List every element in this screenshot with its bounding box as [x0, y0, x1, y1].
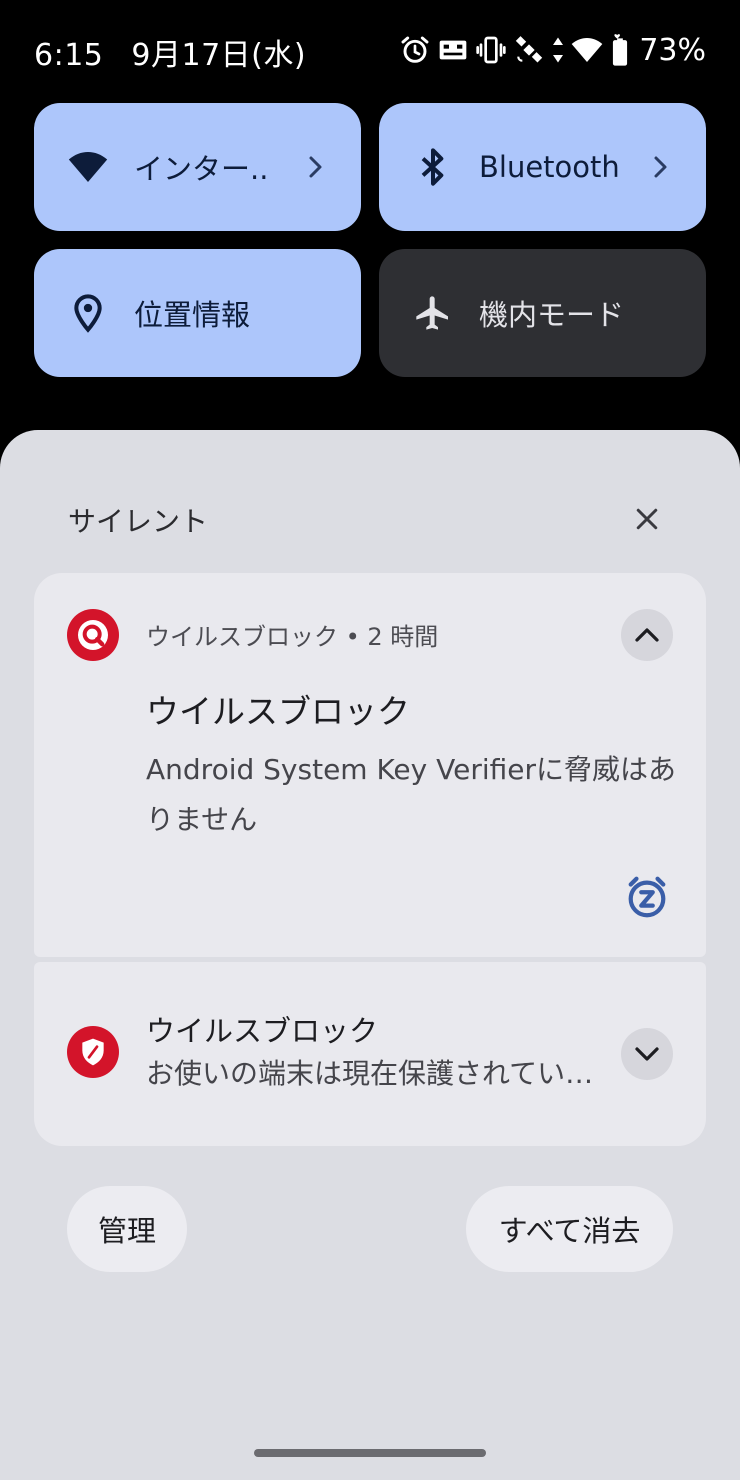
vibrate-icon — [476, 36, 506, 64]
snooze-icon[interactable] — [624, 873, 670, 921]
notification-group: ウイルスブロック • 2 時間 ウイルスブロック Android System … — [34, 573, 706, 1146]
chevron-up-icon — [635, 628, 659, 642]
section-title-silent: サイレント — [68, 505, 209, 538]
quick-tile-internet-label: インター.. — [134, 152, 269, 186]
cast-icon — [439, 40, 467, 60]
data-arrows-icon — [553, 37, 564, 63]
quick-tile-location[interactable]: 位置情報 — [34, 249, 361, 377]
notification-title: ウイルスブロック — [146, 692, 410, 731]
chevron-right-icon — [654, 156, 667, 178]
notification-body: お使いの端末は現在保護されています — [146, 1057, 606, 1090]
notification-body: Android System Key Verifierに脅威はありません — [146, 753, 677, 836]
notification-shade: サイレント ウイルスブロック • 2 時間 ウイルスブロック Android S… — [0, 430, 740, 1480]
satellite-icon — [516, 36, 543, 63]
airplane-icon — [416, 296, 448, 330]
search-shield-icon — [67, 609, 119, 661]
notification-card-expanded[interactable]: ウイルスブロック • 2 時間 ウイルスブロック Android System … — [34, 573, 706, 957]
expand-button[interactable] — [621, 1028, 673, 1080]
wifi-icon — [571, 38, 603, 62]
notification-title: ウイルスブロック — [146, 1014, 379, 1048]
status-date: 9月17日(水) — [131, 38, 307, 73]
quick-tile-internet[interactable]: インター.. — [34, 103, 361, 231]
battery-icon — [613, 34, 628, 66]
clear-all-button[interactable]: すべて消去 — [466, 1186, 673, 1272]
manage-button[interactable]: 管理 — [67, 1186, 187, 1272]
quick-tile-bluetooth[interactable]: Bluetooth — [379, 103, 706, 231]
chevron-right-icon — [309, 156, 322, 178]
navigation-handle[interactable] — [254, 1449, 486, 1457]
quick-tile-bluetooth-label: Bluetooth — [479, 150, 620, 184]
status-bar: 6:15 9月17日(水) 73% — [0, 0, 740, 104]
chevron-down-icon — [635, 1047, 659, 1061]
notification-app-header: ウイルスブロック • 2 時間 — [146, 623, 439, 651]
alarm-icon — [401, 36, 429, 63]
quick-tile-airplane-label: 機内モード — [479, 298, 625, 332]
notification-card-collapsed[interactable]: ウイルスブロック お使いの端末は現在保護されています — [34, 962, 706, 1146]
wifi-icon — [68, 152, 108, 182]
location-pin-icon — [74, 294, 102, 333]
status-time: 6:15 — [34, 38, 104, 73]
bluetooth-icon — [421, 148, 444, 186]
quick-tile-location-label: 位置情報 — [134, 298, 251, 332]
quick-tile-airplane[interactable]: 機内モード — [379, 249, 706, 377]
battery-percent: 73% — [639, 32, 706, 68]
shield-icon — [67, 1026, 119, 1078]
status-time-date: 6:15 9月17日(水) — [34, 30, 306, 74]
collapse-button[interactable] — [621, 609, 673, 661]
close-icon[interactable] — [632, 504, 662, 534]
status-icons: 73% — [399, 30, 706, 70]
